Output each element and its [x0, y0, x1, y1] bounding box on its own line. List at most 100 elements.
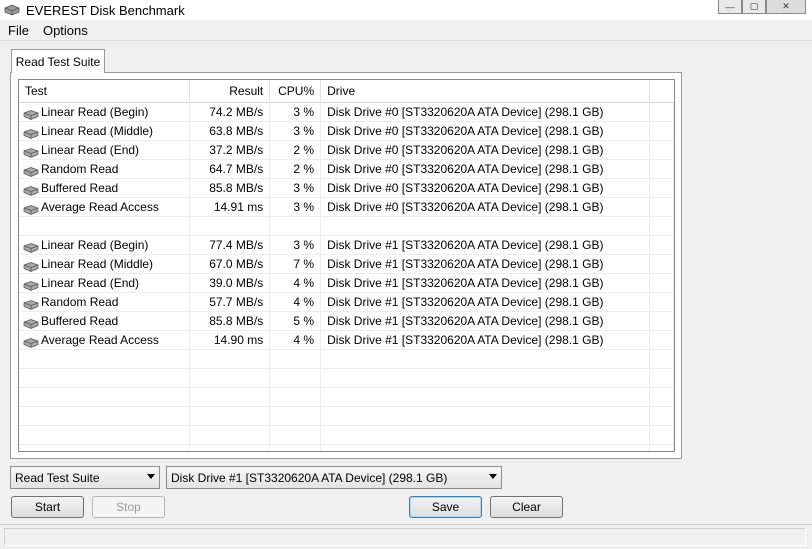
cell-spacer	[650, 141, 674, 159]
table-row[interactable]: Random Read 57.7 MB/s 4 % Disk Drive #1 [ST…	[19, 293, 674, 312]
cell-result: 85.8 MB/s	[190, 312, 271, 330]
cell-spacer	[650, 407, 674, 425]
cell-test: Random Read	[19, 160, 191, 178]
cell-test: Linear Read (End)	[19, 141, 191, 159]
cell-result: 63.8 MB/s	[190, 122, 271, 140]
menu-bar: File Options	[0, 21, 812, 41]
cell-cpu	[270, 350, 322, 368]
table-row[interactable]	[19, 350, 674, 369]
column-header-result[interactable]: Result	[190, 80, 271, 103]
cell-spacer	[650, 331, 674, 349]
menu-file[interactable]: File	[2, 23, 35, 38]
disk-drive-icon	[23, 183, 39, 196]
table-row[interactable]: Random Read 64.7 MB/s 2 % Disk Drive #0 [ST…	[19, 160, 674, 179]
drive-select-value: Disk Drive #1 [ST3320620A ATA Device] (2…	[171, 470, 448, 485]
cell-drive: Disk Drive #0 [ST3320620A ATA Device] (2…	[321, 103, 651, 121]
cell-test: Linear Read (Begin)	[19, 236, 191, 254]
close-button[interactable]: ✕	[766, 0, 806, 14]
table-row[interactable]: Linear Read (Begin) 74.2 MB/s 3 % Disk Driv…	[19, 103, 674, 122]
disk-drive-icon	[23, 297, 39, 310]
cell-test: Buffered Read	[19, 312, 191, 330]
save-button[interactable]: Save	[409, 496, 482, 518]
cell-test: Linear Read (Middle)	[19, 122, 191, 140]
cell-test: Average Read Access	[19, 331, 191, 349]
tab-read-test-suite[interactable]: Read Test Suite	[11, 49, 105, 73]
stop-button[interactable]: Stop	[92, 496, 165, 518]
cell-cpu: 3 %	[270, 236, 322, 254]
cell-drive: Disk Drive #1 [ST3320620A ATA Device] (2…	[321, 255, 651, 273]
cell-result: 85.8 MB/s	[190, 179, 271, 197]
cell-test: Average Read Access	[19, 198, 191, 216]
minimize-button[interactable]: —	[718, 0, 742, 14]
start-button[interactable]: Start	[11, 496, 84, 518]
status-bar	[0, 524, 812, 549]
table-row[interactable]	[19, 426, 674, 445]
table-row[interactable]: Buffered Read 85.8 MB/s 5 % Disk Drive #1 […	[19, 312, 674, 331]
cell-test-label: Average Read Access	[41, 200, 159, 214]
cell-test	[19, 217, 191, 235]
list-header: Test Result CPU% Drive	[19, 80, 674, 103]
cell-cpu: 3 %	[270, 122, 322, 140]
cell-spacer	[650, 445, 674, 451]
column-header-drive[interactable]: Drive	[321, 80, 651, 103]
cell-drive	[321, 445, 651, 451]
cell-result: 39.0 MB/s	[190, 274, 271, 292]
cell-test	[19, 426, 191, 444]
table-row[interactable]: Average Read Access 14.91 ms 3 % Disk Drive…	[19, 198, 674, 217]
cell-spacer	[650, 179, 674, 197]
disk-drive-icon	[23, 126, 39, 139]
table-row[interactable]	[19, 388, 674, 407]
column-header-cpu[interactable]: CPU%	[270, 80, 322, 103]
cell-test: Linear Read (Begin)	[19, 103, 191, 121]
cell-cpu: 5 %	[270, 312, 322, 330]
disk-drive-icon	[23, 335, 39, 348]
suite-select[interactable]: Read Test Suite	[10, 466, 160, 489]
cell-result	[190, 407, 271, 425]
table-row[interactable]: Linear Read (Middle) 63.8 MB/s 3 % Disk Dri…	[19, 122, 674, 141]
table-row[interactable]: Linear Read (End) 39.0 MB/s 4 % Disk Drive …	[19, 274, 674, 293]
cell-spacer	[650, 217, 674, 235]
disk-drive-icon	[23, 316, 39, 329]
table-row[interactable]	[19, 407, 674, 426]
table-row[interactable]	[19, 445, 674, 451]
cell-spacer	[650, 198, 674, 216]
cell-cpu	[270, 426, 322, 444]
cell-cpu: 4 %	[270, 293, 322, 311]
cell-spacer	[650, 103, 674, 121]
cell-test	[19, 407, 191, 425]
table-row[interactable]: Linear Read (Middle) 67.0 MB/s 7 % Disk Dri…	[19, 255, 674, 274]
clear-button[interactable]: Clear	[490, 496, 563, 518]
drive-select[interactable]: Disk Drive #1 [ST3320620A ATA Device] (2…	[166, 466, 502, 489]
table-row[interactable]	[19, 369, 674, 388]
disk-drive-icon	[23, 202, 39, 215]
cell-test-label: Linear Read (End)	[41, 143, 140, 157]
cell-test	[19, 388, 191, 406]
cell-drive	[321, 388, 651, 406]
chevron-down-icon	[489, 474, 497, 479]
menu-options[interactable]: Options	[37, 23, 94, 38]
table-row[interactable]	[19, 217, 674, 236]
cell-drive	[321, 369, 651, 387]
disk-drive-icon	[23, 278, 39, 291]
cell-drive	[321, 350, 651, 368]
column-header-test[interactable]: Test	[19, 80, 191, 103]
cell-spacer	[650, 350, 674, 368]
disk-drive-icon	[23, 145, 39, 158]
table-row[interactable]: Buffered Read 85.8 MB/s 3 % Disk Drive #0 […	[19, 179, 674, 198]
maximize-button[interactable]: ▢	[742, 0, 766, 14]
cell-test	[19, 445, 191, 451]
table-row[interactable]: Average Read Access 14.90 ms 4 % Disk Drive…	[19, 331, 674, 350]
cell-drive: Disk Drive #0 [ST3320620A ATA Device] (2…	[321, 122, 651, 140]
cell-test-label: Linear Read (End)	[41, 276, 140, 290]
cell-spacer	[650, 369, 674, 387]
disk-drive-icon	[23, 107, 39, 120]
window-controls: — ▢ ✕	[718, 0, 806, 16]
cell-result: 77.4 MB/s	[190, 236, 271, 254]
table-row[interactable]: Linear Read (End) 37.2 MB/s 2 % Disk Drive …	[19, 141, 674, 160]
cell-spacer	[650, 388, 674, 406]
table-row[interactable]: Linear Read (Begin) 77.4 MB/s 3 % Disk Driv…	[19, 236, 674, 255]
cell-spacer	[650, 122, 674, 140]
cell-result	[190, 369, 271, 387]
results-list[interactable]: Test Result CPU% Drive Linear Read (Begi…	[18, 79, 675, 452]
cell-cpu	[270, 369, 322, 387]
